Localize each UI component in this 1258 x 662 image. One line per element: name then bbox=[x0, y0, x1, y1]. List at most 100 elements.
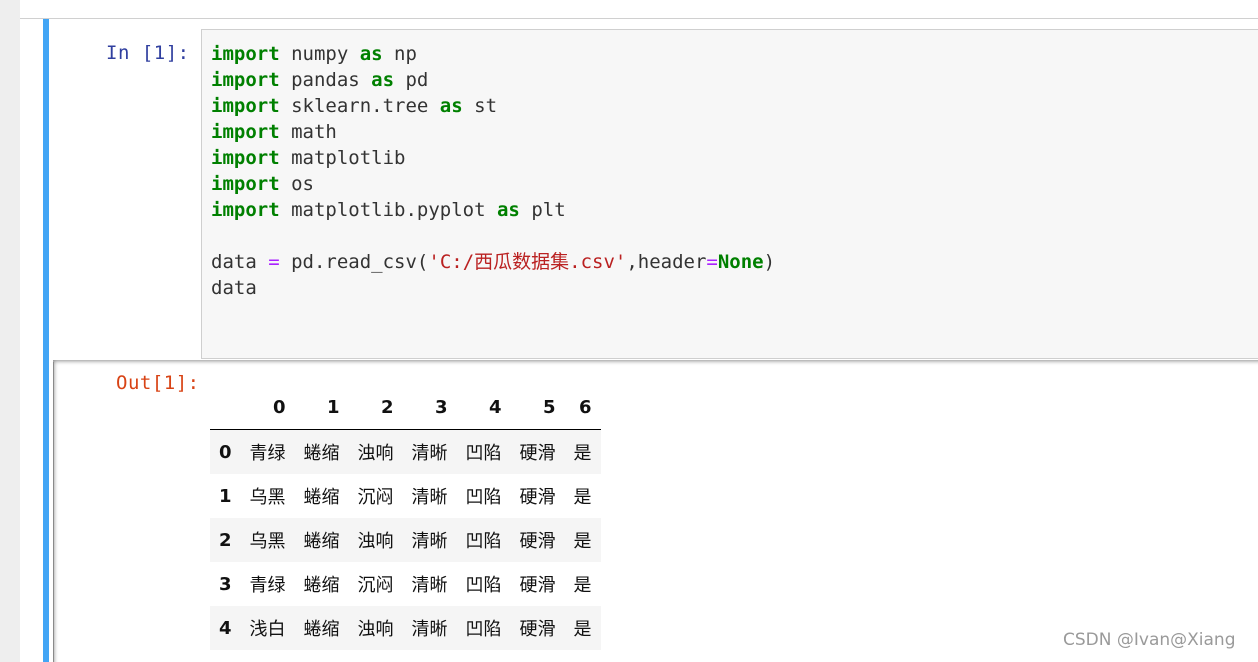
table-cell: 清晰 bbox=[411, 443, 448, 464]
output-prompt: Out[1]: bbox=[116, 372, 200, 394]
column-header: 4 bbox=[456, 386, 511, 430]
table-row: 1 乌黑 蜷缩 沉闷 清晰 凹陷 硬滑是 bbox=[210, 474, 601, 518]
code-token: np bbox=[382, 43, 417, 65]
code-token: 'C:/西瓜数据集.csv' bbox=[428, 251, 627, 273]
column-header: 5 bbox=[510, 386, 565, 430]
code-line[interactable]: import os bbox=[211, 173, 314, 195]
table-cell: 硬滑 bbox=[519, 619, 556, 640]
row-index: 0 bbox=[219, 441, 232, 463]
table-cell: 硬滑 bbox=[519, 575, 556, 596]
table-cell: 是 bbox=[573, 443, 592, 464]
table-cell: 蜷缩 bbox=[303, 443, 340, 464]
code-token: pd bbox=[394, 69, 429, 91]
table-cell: 凹陷 bbox=[465, 531, 502, 552]
row-index: 2 bbox=[219, 529, 232, 551]
column-header: 6 bbox=[564, 386, 601, 430]
table-cell: 凹陷 bbox=[465, 575, 502, 596]
code-token: ,header bbox=[626, 251, 707, 273]
table-cell: 蜷缩 bbox=[303, 619, 340, 640]
table-cell: 是 bbox=[573, 531, 592, 552]
table-cell: 蜷缩 bbox=[303, 531, 340, 552]
table-cell: 沉闷 bbox=[357, 487, 394, 508]
column-header: 1 bbox=[294, 386, 349, 430]
code-token: = bbox=[706, 251, 718, 273]
output-area-edge bbox=[53, 362, 54, 662]
code-token: as bbox=[359, 43, 383, 65]
code-token: st bbox=[462, 95, 498, 117]
row-index: 3 bbox=[219, 573, 232, 595]
code-line[interactable]: data bbox=[211, 277, 257, 299]
table-cell: 清晰 bbox=[411, 531, 448, 552]
code-token: None bbox=[717, 251, 764, 273]
table-cell: 清晰 bbox=[411, 619, 448, 640]
column-header: 3 bbox=[402, 386, 457, 430]
table-cell: 青绿 bbox=[249, 443, 286, 464]
code-token: matplotlib bbox=[279, 147, 406, 169]
code-line[interactable]: import math bbox=[211, 121, 337, 143]
table-row: 4 浅白 蜷缩 浊响 清晰 凹陷 硬滑是 bbox=[210, 606, 601, 650]
table-cell: 沉闷 bbox=[357, 575, 394, 596]
code-line[interactable]: data = pd.read_csv('C:/西瓜数据集.csv',header… bbox=[211, 251, 775, 273]
code-text[interactable]: import numpy as np import pandas as pd i… bbox=[211, 41, 775, 301]
column-header: 2 bbox=[348, 386, 403, 430]
code-token: numpy bbox=[279, 43, 360, 65]
code-line[interactable]: import matplotlib bbox=[211, 147, 405, 169]
table-cell: 乌黑 bbox=[249, 531, 286, 552]
table-cell: 清晰 bbox=[411, 575, 448, 596]
code-token: pandas bbox=[279, 69, 372, 91]
code-token: as bbox=[439, 95, 463, 117]
table-cell: 是 bbox=[573, 487, 592, 508]
code-token: import bbox=[211, 199, 280, 221]
code-token: import bbox=[211, 173, 280, 195]
code-token: data bbox=[211, 251, 269, 273]
table-row: 0 青绿 蜷缩 浊响 清晰 凹陷 硬滑是 bbox=[210, 429, 601, 474]
code-token: import bbox=[211, 69, 280, 91]
table-cell: 是 bbox=[573, 575, 592, 596]
table-cell: 凹陷 bbox=[465, 619, 502, 640]
table-cell: 凹陷 bbox=[465, 443, 502, 464]
code-token: data bbox=[211, 277, 257, 299]
code-token: as bbox=[496, 199, 520, 221]
table-cell: 清晰 bbox=[411, 487, 448, 508]
table-cell: 浊响 bbox=[357, 531, 394, 552]
dataframe-header-row: 0123456 bbox=[210, 386, 601, 430]
code-token: import bbox=[211, 121, 280, 143]
table-cell: 硬滑 bbox=[519, 531, 556, 552]
code-token: plt bbox=[519, 199, 566, 221]
table-cell: 乌黑 bbox=[249, 487, 286, 508]
code-token: pd.read_csv( bbox=[279, 251, 429, 273]
table-cell: 硬滑 bbox=[519, 443, 556, 464]
index-header bbox=[210, 386, 241, 430]
code-token: as bbox=[371, 69, 395, 91]
dataframe-table: 0123456 0 青绿 蜷缩 浊响 清晰 凹陷 硬滑是 1 乌黑 蜷缩 沉闷 清晰 凹陷 硬滑是 2 乌黑蜷… bbox=[210, 386, 601, 650]
code-line[interactable]: import sklearn.tree as st bbox=[211, 95, 497, 117]
table-cell: 浅白 bbox=[249, 619, 286, 640]
cell-divider bbox=[20, 18, 1258, 19]
table-cell: 凹陷 bbox=[465, 487, 502, 508]
column-header: 0 bbox=[240, 386, 295, 430]
code-line[interactable]: import numpy as np bbox=[211, 43, 417, 65]
code-line[interactable]: import matplotlib.pyplot as plt bbox=[211, 199, 566, 221]
code-line[interactable]: import pandas as pd bbox=[211, 69, 428, 91]
code-token: sklearn.tree bbox=[279, 95, 440, 117]
row-index: 4 bbox=[219, 617, 232, 639]
row-index: 1 bbox=[219, 485, 232, 507]
table-cell: 是 bbox=[573, 619, 592, 640]
code-token: math bbox=[279, 121, 337, 143]
code-token: = bbox=[268, 251, 280, 273]
input-prompt: In [1]: bbox=[106, 42, 190, 64]
dataframe-body: 0 青绿 蜷缩 浊响 清晰 凹陷 硬滑是 1 乌黑 蜷缩 沉闷 清晰 凹陷 硬滑是 2 乌黑 蜷缩 浊响 清晰 凹陷硬… bbox=[210, 429, 601, 650]
code-token: import bbox=[211, 147, 280, 169]
selected-cell-indicator bbox=[43, 19, 49, 662]
table-cell: 蜷缩 bbox=[303, 487, 340, 508]
table-row: 3 青绿 蜷缩 沉闷 清晰 凹陷 硬滑是 bbox=[210, 562, 601, 606]
code-token: import bbox=[211, 43, 280, 65]
code-editor[interactable]: import numpy as np import pandas as pd i… bbox=[201, 29, 1258, 359]
table-cell: 蜷缩 bbox=[303, 575, 340, 596]
code-token: matplotlib.pyplot bbox=[279, 199, 497, 221]
table-cell: 浊响 bbox=[357, 443, 394, 464]
table-row: 2 乌黑 蜷缩 浊响 清晰 凹陷 硬滑是 bbox=[210, 518, 601, 562]
table-cell: 浊响 bbox=[357, 619, 394, 640]
watermark: CSDN @Ivan@Xiang bbox=[1063, 630, 1236, 650]
table-cell: 青绿 bbox=[249, 575, 286, 596]
